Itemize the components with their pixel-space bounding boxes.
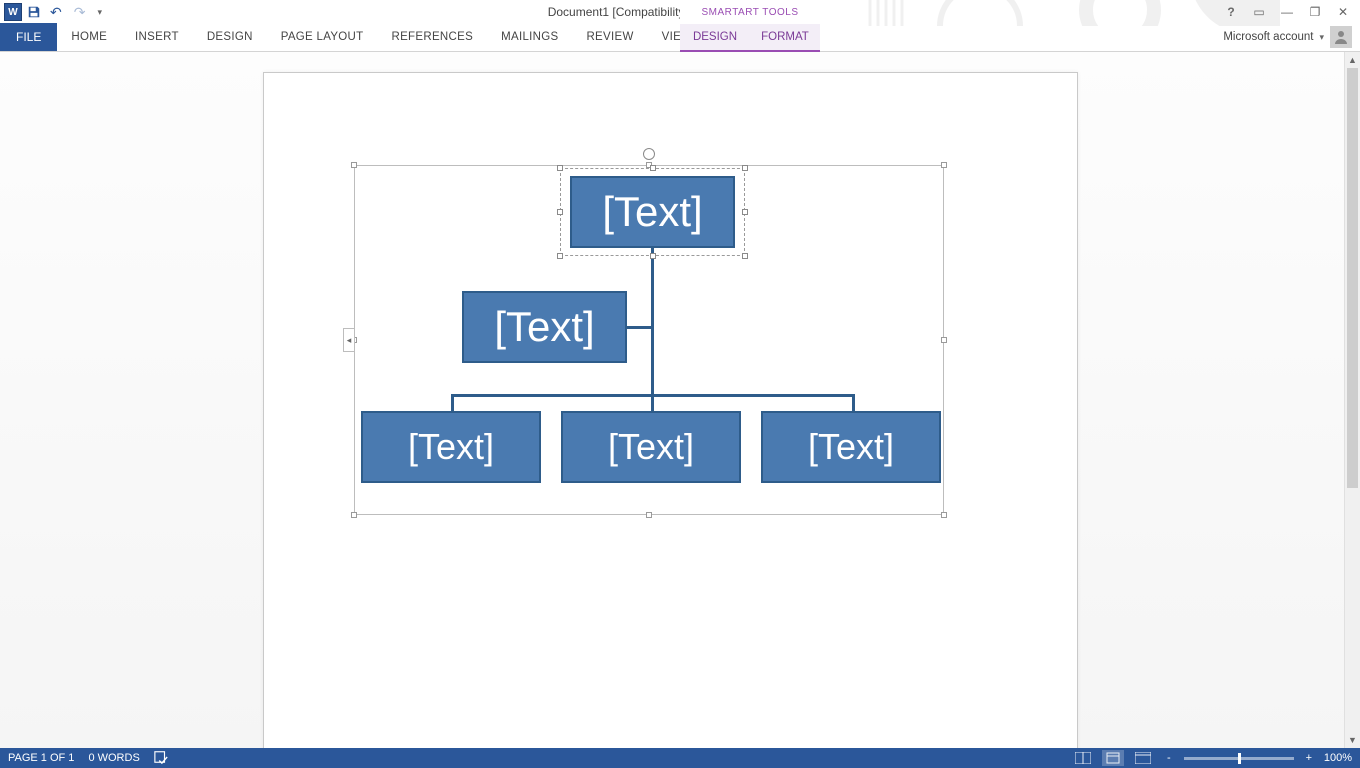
document-page[interactable]: ◂ [Text] bbox=[263, 72, 1078, 748]
proofing-icon[interactable] bbox=[154, 750, 168, 767]
ribbon-right: Microsoft account ▾ bbox=[1223, 23, 1360, 51]
file-tab[interactable]: FILE bbox=[0, 23, 57, 51]
help-icon[interactable]: ? bbox=[1220, 5, 1242, 19]
save-icon[interactable] bbox=[26, 4, 42, 20]
redo-icon[interactable]: ↷ bbox=[70, 4, 90, 21]
resize-handle[interactable] bbox=[742, 253, 748, 259]
qat-customize-icon[interactable]: ▾ bbox=[93, 7, 106, 18]
resize-handle[interactable] bbox=[557, 253, 563, 259]
resize-handle[interactable] bbox=[742, 165, 748, 171]
connector-line bbox=[852, 394, 855, 412]
tab-insert[interactable]: INSERT bbox=[121, 23, 193, 51]
tab-review[interactable]: REVIEW bbox=[572, 23, 647, 51]
zoom-thumb[interactable] bbox=[1238, 753, 1241, 764]
zoom-slider[interactable] bbox=[1184, 757, 1294, 760]
avatar[interactable] bbox=[1330, 26, 1352, 48]
contextual-tab-group: SMARTART TOOLS DESIGN FORMAT bbox=[680, 0, 820, 52]
resize-handle[interactable] bbox=[650, 165, 656, 171]
scroll-up-icon[interactable]: ▲ bbox=[1345, 52, 1360, 68]
print-layout-icon[interactable] bbox=[1102, 750, 1124, 766]
org-chart: [Text] [Text] [Text] [Text] [Text] bbox=[355, 166, 943, 514]
tab-references[interactable]: REFERENCES bbox=[377, 23, 487, 51]
undo-icon[interactable]: ↶ bbox=[46, 4, 66, 21]
org-node-assistant[interactable]: [Text] bbox=[462, 291, 627, 363]
status-bar: PAGE 1 OF 1 0 WORDS - + 100% bbox=[0, 748, 1360, 768]
connector-line bbox=[651, 248, 654, 396]
tab-smartart-format[interactable]: FORMAT bbox=[750, 24, 820, 52]
scroll-thumb[interactable] bbox=[1347, 68, 1358, 488]
quick-access-toolbar: W ↶ ↷ ▾ bbox=[0, 3, 106, 21]
ribbon-display-options-icon[interactable]: ▭ bbox=[1248, 5, 1270, 19]
close-icon[interactable]: ✕ bbox=[1332, 5, 1354, 19]
scroll-down-icon[interactable]: ▼ bbox=[1345, 732, 1360, 748]
zoom-in-icon[interactable]: + bbox=[1302, 752, 1316, 764]
tab-design[interactable]: DESIGN bbox=[193, 23, 267, 51]
tab-smartart-design[interactable]: DESIGN bbox=[680, 24, 750, 52]
resize-handle[interactable] bbox=[557, 209, 563, 215]
restore-icon[interactable]: ❐ bbox=[1304, 5, 1326, 19]
smartart-frame[interactable]: ◂ [Text] bbox=[354, 165, 944, 515]
account-caret-icon[interactable]: ▾ bbox=[1319, 32, 1324, 43]
connector-line bbox=[651, 394, 654, 412]
title-bar-controls: ? ▭ — ❐ ✕ bbox=[1220, 5, 1360, 19]
read-mode-icon[interactable] bbox=[1072, 750, 1094, 766]
minimize-icon[interactable]: — bbox=[1276, 5, 1298, 19]
web-layout-icon[interactable] bbox=[1132, 750, 1154, 766]
tab-mailings[interactable]: MAILINGS bbox=[487, 23, 572, 51]
tab-home[interactable]: HOME bbox=[57, 23, 121, 51]
main-tabs: HOME INSERT DESIGN PAGE LAYOUT REFERENCE… bbox=[57, 23, 706, 51]
vertical-scrollbar[interactable]: ▲ ▼ bbox=[1344, 52, 1360, 748]
resize-handle[interactable] bbox=[650, 253, 656, 259]
resize-handle[interactable] bbox=[742, 209, 748, 215]
page-indicator[interactable]: PAGE 1 OF 1 bbox=[8, 752, 74, 764]
resize-handle[interactable] bbox=[557, 165, 563, 171]
document-workspace: ◂ [Text] bbox=[0, 52, 1360, 748]
org-node-child-3[interactable]: [Text] bbox=[761, 411, 941, 483]
connector-line bbox=[627, 326, 653, 329]
word-count[interactable]: 0 WORDS bbox=[88, 752, 139, 764]
connector-line bbox=[451, 394, 454, 412]
org-node-child-2[interactable]: [Text] bbox=[561, 411, 741, 483]
zoom-out-icon[interactable]: - bbox=[1162, 752, 1176, 764]
tab-page-layout[interactable]: PAGE LAYOUT bbox=[267, 23, 378, 51]
zoom-level[interactable]: 100% bbox=[1324, 752, 1352, 764]
node-selection[interactable] bbox=[560, 168, 745, 256]
account-label[interactable]: Microsoft account bbox=[1223, 31, 1313, 43]
word-app-icon[interactable]: W bbox=[4, 3, 22, 21]
ribbon-decor bbox=[860, 0, 1280, 26]
text-pane-toggle-icon[interactable]: ◂ bbox=[343, 328, 355, 352]
org-node-child-1[interactable]: [Text] bbox=[361, 411, 541, 483]
contextual-tools-label: SMARTART TOOLS bbox=[680, 0, 820, 24]
rotate-handle-icon[interactable] bbox=[643, 148, 655, 160]
ribbon-tabs: FILE HOME INSERT DESIGN PAGE LAYOUT REFE… bbox=[0, 24, 1360, 52]
